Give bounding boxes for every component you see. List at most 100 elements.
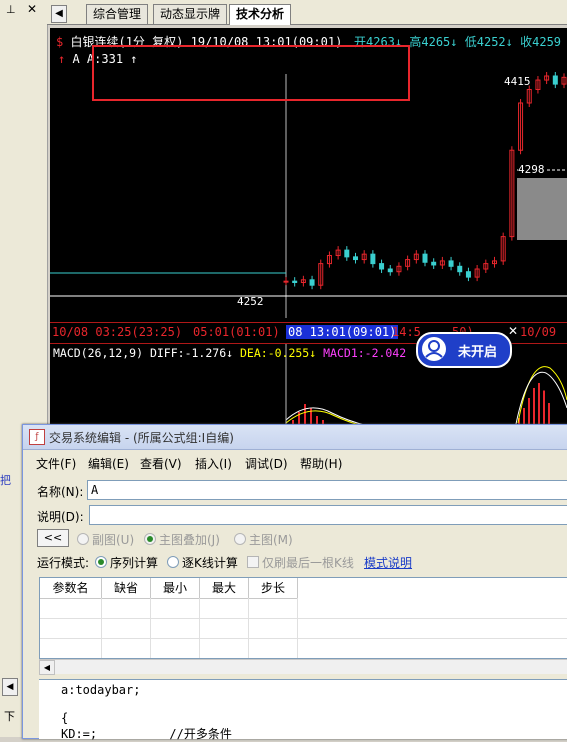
candle-body	[448, 260, 454, 267]
candle-body	[465, 271, 471, 278]
macd-name: MACD(26,12,9)	[53, 346, 144, 360]
candle-body	[283, 280, 289, 283]
tab-comprehensive-management[interactable]: 综合管理	[86, 4, 149, 24]
code-editor[interactable]: a:todaybar; { KD:=; //开多条件	[39, 679, 567, 741]
formula-icon: ƒ	[29, 429, 45, 445]
option-label: 序列计算	[110, 556, 159, 570]
scroll-left-button[interactable]: ◀	[2, 678, 18, 696]
macd-diff: DIFF:-1.276	[149, 346, 227, 360]
tab-label: 综合管理	[93, 7, 142, 21]
price-low-label: 4252	[237, 295, 264, 308]
macd-bar	[543, 390, 545, 428]
candle-body	[344, 249, 350, 258]
sidebar-partial-text: 把	[0, 474, 11, 487]
option-label: 副图(U)	[92, 533, 135, 547]
close-panel-button[interactable]: ✕	[27, 2, 37, 16]
overlay-sub-option[interactable]: 副图(U)	[77, 531, 134, 548]
price-cross-label: 4298	[518, 163, 545, 176]
radio-icon	[77, 533, 89, 545]
macd-row: MACD(26,12,9) DIFF:-1.276↓ DEA:-0.255↓ M…	[53, 346, 407, 360]
tab-dynamic-board[interactable]: 动态显示牌	[153, 4, 228, 24]
scroll-left-icon[interactable]: ◀	[39, 660, 55, 675]
checkbox-icon	[247, 556, 259, 568]
radio-icon	[234, 533, 246, 545]
pin-icon[interactable]: ⊥	[6, 3, 16, 16]
code-line: KD:=; //开多条件	[61, 727, 232, 741]
option-label: 逐K线计算	[182, 556, 238, 570]
table-row-line	[40, 638, 567, 639]
tab-label: 动态显示牌	[160, 7, 221, 21]
close-value: 收4259	[520, 35, 562, 49]
name-input-value: A	[91, 483, 99, 497]
table-col-line	[150, 598, 151, 658]
menu-edit[interactable]: 编辑(E)	[88, 455, 129, 472]
candle-body	[379, 263, 385, 270]
option-label: 主图叠加(J)	[159, 533, 220, 547]
collapse-button[interactable]: <<	[37, 529, 69, 547]
time-label: 05:01(01:01)	[193, 325, 280, 339]
run-sequential-option[interactable]: 序列计算	[95, 554, 158, 571]
param-table[interactable]: 参数名 缺省 最小 最大 步长	[39, 577, 567, 659]
macd-bar	[533, 388, 535, 428]
close-marker-icon[interactable]: ✕	[508, 324, 518, 338]
macd-dea: DEA:-0.255	[240, 346, 310, 360]
run-per-bar-option[interactable]: 逐K线计算	[167, 554, 238, 571]
time-label: 10/08 03:25(23:25)	[52, 325, 183, 339]
name-input[interactable]: A	[87, 480, 567, 500]
menu-file[interactable]: 文件(F)	[36, 455, 76, 472]
table-row-line	[40, 618, 567, 619]
tab-label: 技术分析	[236, 7, 285, 21]
dialog-titlebar[interactable]: ƒ 交易系统编辑 - (所属公式组:I自编)	[23, 425, 567, 450]
candle-body	[552, 75, 558, 85]
radio-icon	[95, 556, 107, 568]
refresh-last-bar-checkbox[interactable]: 仅刷最后一根K线	[247, 554, 354, 571]
code-line: a:todaybar;	[61, 683, 141, 697]
status-badge[interactable]: 未开启	[416, 332, 512, 368]
menu-bar: 文件(F) 编辑(E) 查看(V) 插入(I) 调试(D) 帮助(H)	[23, 452, 567, 472]
price-high-label: 4415	[504, 75, 531, 88]
menu-insert[interactable]: 插入(I)	[195, 455, 232, 472]
highlight-box	[92, 45, 410, 101]
user-icon	[422, 337, 446, 361]
code-line: {	[61, 711, 69, 725]
kline-chart[interactable]: $ 白银连续(1分 复权) 19/10/08 13:01(09:01) 开426…	[50, 28, 567, 428]
tab-scroll-left-button[interactable]: ◀	[51, 5, 67, 23]
menu-debug[interactable]: 调试(D)	[245, 455, 288, 472]
radio-icon	[144, 533, 156, 545]
candle-body	[431, 261, 437, 266]
dollar-icon: $	[56, 35, 64, 49]
time-label: 10/09	[520, 325, 557, 339]
desc-label: 说明(D):	[37, 510, 84, 524]
desc-input[interactable]	[89, 505, 567, 525]
candle-body	[353, 256, 358, 261]
radio-icon	[167, 556, 179, 568]
low-value: 低4252	[464, 35, 506, 49]
dialog-title: 交易系统编辑 - (所属公式组:I自编)	[49, 431, 234, 445]
tab-technical-analysis[interactable]: 技术分析	[229, 4, 292, 25]
candle-body	[457, 265, 463, 273]
mode-help-link[interactable]: 模式说明	[364, 554, 412, 571]
table-header: 最小	[151, 578, 200, 599]
overlay-main-option[interactable]: 主图叠加(J)	[144, 531, 220, 548]
candle-body	[387, 268, 393, 273]
table-col-line	[248, 598, 249, 658]
menu-view[interactable]: 查看(V)	[140, 455, 182, 472]
menu-help[interactable]: 帮助(H)	[300, 455, 342, 472]
price-cursor-box	[517, 178, 567, 240]
candle-body	[292, 280, 298, 284]
sidebar-partial-text-2: 下	[4, 710, 15, 723]
formula-editor-dialog: ƒ 交易系统编辑 - (所属公式组:I自编) 文件(F) 编辑(E) 查看(V)…	[22, 424, 567, 741]
checkbox-label: 仅刷最后一根K线	[262, 556, 354, 570]
candle-body	[422, 253, 428, 263]
macd-bar	[538, 383, 540, 428]
table-header: 最大	[200, 578, 249, 599]
table-col-line	[101, 598, 102, 658]
table-scrollbar[interactable]: ◀	[39, 659, 567, 675]
name-label: 名称(N):	[37, 485, 84, 499]
table-header: 步长	[249, 578, 298, 599]
time-cursor-label: 08 13:01(09:01)	[286, 325, 399, 339]
badge-label: 未开启	[458, 345, 498, 360]
time-label: 14:5	[392, 325, 421, 339]
main-chart-option[interactable]: 主图(M)	[234, 531, 293, 548]
up-arrow-icon: ↑	[58, 52, 66, 66]
